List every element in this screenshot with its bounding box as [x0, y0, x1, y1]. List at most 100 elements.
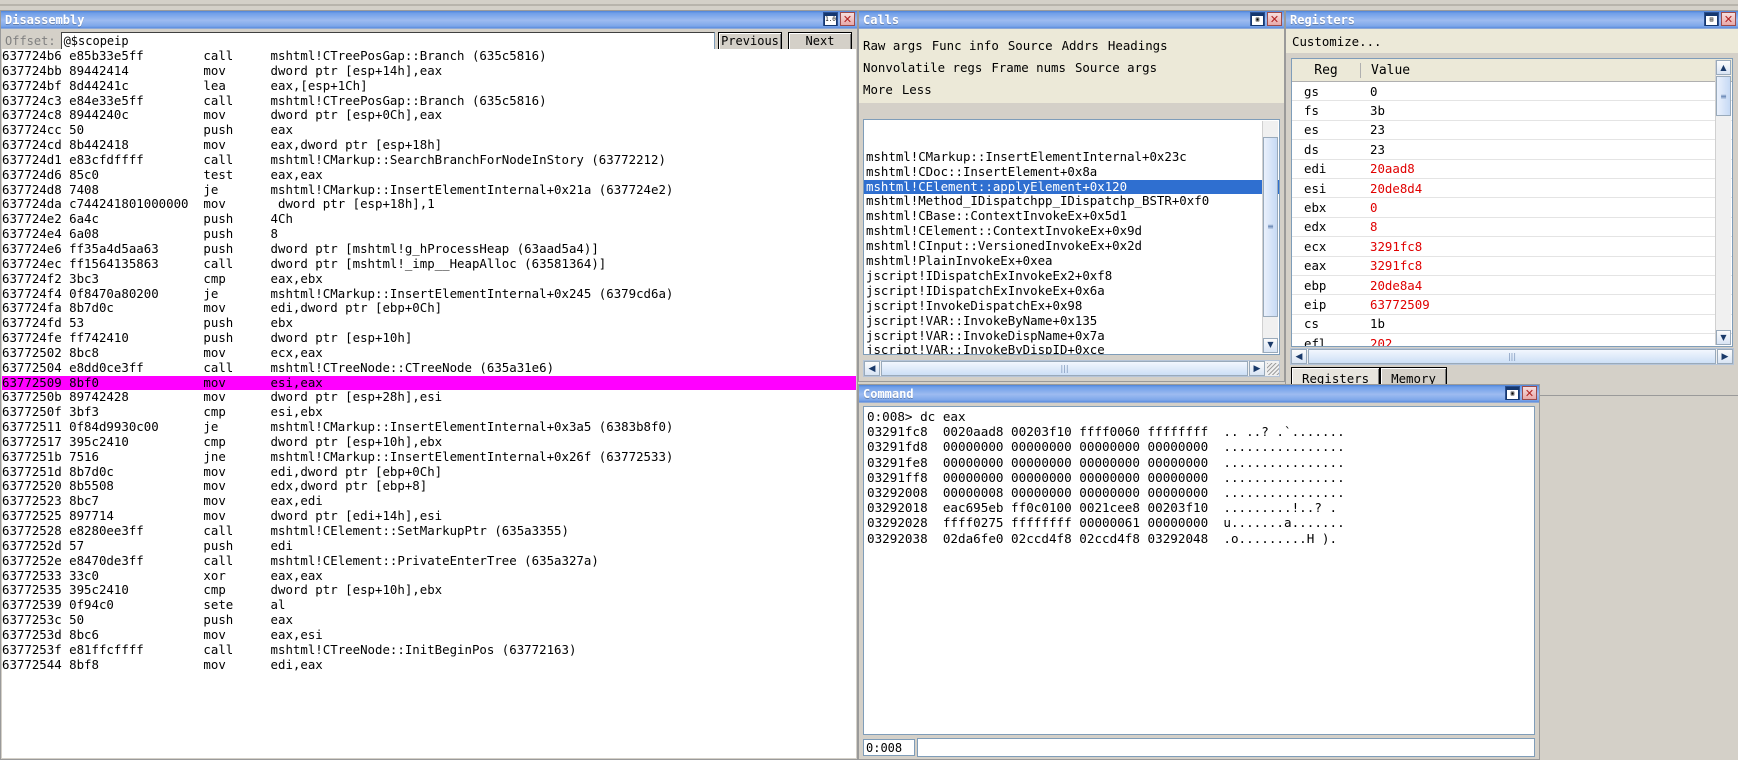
restore-window-icon[interactable]: ▣	[1250, 12, 1265, 26]
disassembly-line[interactable]: 63772517 395c2410 cmp dword ptr [esp+10h…	[2, 434, 856, 450]
disassembly-titlebar[interactable]: Disassembly 1.0 ✕	[1, 11, 857, 29]
disassembly-line[interactable]: 637724e2 6a4c push 4Ch	[2, 211, 856, 227]
call-stack-frame[interactable]: jscript!VAR::InvokeDispName+0x7a	[864, 328, 1279, 344]
registers-titlebar[interactable]: Registers ▤ ✕	[1286, 11, 1738, 29]
register-row[interactable]: ecx 3291fc8	[1292, 237, 1732, 257]
register-value[interactable]: 8	[1360, 219, 1377, 234]
register-row[interactable]: fs 3b	[1292, 101, 1732, 121]
disassembly-line[interactable]: 637724c3 e84e33e5ff call mshtml!CTreePos…	[2, 93, 856, 109]
call-stack-list[interactable]: mshtml!CMarkup::InsertElementInternal+0x…	[863, 119, 1280, 355]
disassembly-line[interactable]: 63772520 8b5508 mov edx,dword ptr [ebp+8…	[2, 479, 856, 494]
scrollbar-thumb[interactable]: ≡	[1263, 137, 1278, 317]
disassembly-line[interactable]: 6377252e e8470de3ff call mshtml!CElement…	[2, 553, 856, 569]
disassembly-line[interactable]: 63772504 e8dd0ce3ff call mshtml!CTreeNod…	[2, 360, 856, 376]
close-icon[interactable]: ✕	[840, 12, 855, 26]
call-stack-frame[interactable]: jscript!IDispatchExInvokeEx2+0xf8	[864, 268, 1279, 284]
chevron-left-icon[interactable]: ◀	[1291, 349, 1307, 364]
register-value[interactable]: 1b	[1360, 316, 1385, 331]
disassembly-line[interactable]: 637724c8 8944240c mov dword ptr [esp+0Ch…	[2, 108, 856, 123]
calls-option-source-args[interactable]: Source args	[1075, 60, 1157, 75]
call-stack-frame[interactable]: mshtml!CBase::ContextInvokeEx+0x5d1	[864, 208, 1279, 224]
register-value[interactable]: 20aad8	[1360, 161, 1415, 176]
disassembly-line[interactable]: 637724e4 6a08 push 8	[2, 226, 856, 242]
resize-grip[interactable]	[1267, 362, 1279, 375]
disassembly-line[interactable]: 637724bf 8d44241c lea eax,[esp+1Ch]	[2, 78, 856, 94]
register-value[interactable]: 3b	[1360, 103, 1385, 118]
call-stack-frame[interactable]: mshtml!CElement::ContextInvokeEx+0x9d	[864, 223, 1279, 239]
registers-vertical-scrollbar[interactable]: ▲ ≡ ▼	[1715, 60, 1731, 345]
disassembly-line[interactable]: 6377251d 8b7d0c mov edi,dword ptr [ebp+0…	[2, 464, 856, 480]
calls-option-source[interactable]: Source	[1008, 38, 1053, 53]
close-icon[interactable]: ✕	[1522, 386, 1537, 400]
disassembly-line[interactable]: 63772539 0f94c0 sete al	[2, 597, 856, 613]
register-row[interactable]: esi 20de8d4	[1292, 179, 1732, 199]
disassembly-line[interactable]: 637724fe ff742410 push dword ptr [esp+10…	[2, 330, 856, 346]
customize-link[interactable]: Customize...	[1286, 29, 1738, 53]
disassembly-line[interactable]: 637724f2 3bc3 cmp eax,ebx	[2, 271, 856, 287]
chevron-down-icon[interactable]: ▼	[1263, 338, 1278, 353]
disassembly-line[interactable]: 63772509 8bf0 mov esi,eax	[2, 375, 856, 391]
disassembly-line[interactable]: 637724fa 8b7d0c mov edi,dword ptr [ebp+0…	[2, 300, 856, 316]
command-input[interactable]	[917, 738, 1535, 757]
disassembly-line[interactable]: 6377250f 3bf3 cmp esi,ebx	[2, 404, 856, 420]
call-stack-frame[interactable]: jscript!VAR::InvokeByName+0x135	[864, 313, 1279, 329]
disassembly-line[interactable]: 63772535 395c2410 cmp dword ptr [esp+10h…	[2, 583, 856, 598]
call-stack-frame[interactable]: jscript!VAR::InvokeByDispID+0xce	[864, 342, 1279, 354]
disassembly-line[interactable]: 63772525 897714 mov dword ptr [edi+14h],…	[2, 508, 856, 524]
scrollbar-thumb[interactable]: |||	[1308, 349, 1716, 364]
register-value[interactable]: 20de8a4	[1360, 278, 1422, 293]
disassembly-line[interactable]: 637724fd 53 push ebx	[2, 315, 856, 331]
disassembly-line[interactable]: 637724cd 8b442418 mov eax,dword ptr [esp…	[2, 137, 856, 153]
calls-vertical-scrollbar[interactable]: ▲ ≡ ▼	[1262, 121, 1278, 353]
calls-titlebar[interactable]: Calls ▣ ✕	[859, 11, 1284, 29]
calls-option-less[interactable]: Less	[902, 82, 932, 97]
disassembly-line[interactable]: 637724d6 85c0 test eax,eax	[2, 167, 856, 183]
previous-button[interactable]: Previous	[718, 31, 782, 51]
calls-option-addrs[interactable]: Addrs	[1062, 38, 1099, 53]
restore-window-icon[interactable]: ▣	[1505, 386, 1520, 400]
disassembly-line[interactable]: 6377253c 50 push eax	[2, 612, 856, 628]
chevron-right-icon[interactable]: ▶	[1249, 361, 1265, 376]
chevron-left-icon[interactable]: ◀	[864, 361, 880, 376]
disassembly-line[interactable]: 63772511 0f84d9930c00 je mshtml!CMarkup:…	[2, 419, 856, 435]
disassembly-line[interactable]: 637724d8 7408 je mshtml!CMarkup::InsertE…	[2, 182, 856, 198]
calls-horizontal-scrollbar[interactable]: ◀ ||| ▶	[863, 360, 1280, 377]
register-value[interactable]: 63772509	[1360, 297, 1430, 312]
disassembly-line[interactable]: 6377251b 7516 jne mshtml!CMarkup::Insert…	[2, 449, 856, 465]
call-stack-frame[interactable]: jscript!IDispatchExInvokeEx+0x6a	[864, 283, 1279, 299]
disassembly-line[interactable]: 6377253f e81ffcffff call mshtml!CTreeNod…	[2, 642, 856, 658]
disassembly-line[interactable]: 637724da c744241801000000 mov dword ptr …	[2, 197, 856, 212]
disassembly-line[interactable]: 637724bb 89442414 mov dword ptr [esp+14h…	[2, 63, 856, 79]
register-row[interactable]: edx 8	[1292, 218, 1732, 238]
register-value[interactable]: 3291fc8	[1360, 239, 1422, 254]
register-value[interactable]: 3291fc8	[1360, 258, 1422, 273]
register-value[interactable]: 0	[1360, 200, 1377, 215]
calls-option-more[interactable]: More	[863, 82, 893, 97]
call-stack-frame[interactable]: mshtml!Method_IDispatchpp_IDispatchp_BST…	[864, 194, 1279, 209]
disassembly-line[interactable]: 637724f4 0f8470a80200 je mshtml!CMarkup:…	[2, 286, 856, 302]
command-prompt-field[interactable]: 0:008	[863, 739, 915, 756]
calls-option-headings[interactable]: Headings	[1108, 38, 1168, 53]
calls-option-nonvolatile-regs[interactable]: Nonvolatile regs	[863, 60, 982, 75]
register-row[interactable]: eip 63772509	[1292, 295, 1732, 315]
calls-option-raw-args[interactable]: Raw args	[863, 38, 923, 53]
chevron-right-icon[interactable]: ▶	[1717, 349, 1733, 364]
disassembly-line[interactable]: 63772533 33c0 xor eax,eax	[2, 568, 856, 584]
disassembly-line[interactable]: 637724e6 ff35a4d5aa63 push dword ptr [ms…	[2, 241, 856, 257]
disassembly-line[interactable]: 63772544 8bf8 mov edi,eax	[2, 657, 856, 673]
register-value[interactable]: 23	[1360, 142, 1385, 157]
register-row[interactable]: eax 3291fc8	[1292, 257, 1732, 276]
register-row[interactable]: es 23	[1292, 121, 1732, 141]
restore-window-icon[interactable]: ▤	[1704, 12, 1719, 26]
close-icon[interactable]: ✕	[1721, 12, 1736, 26]
call-stack-frame[interactable]: mshtml!CMarkup::InsertElementInternal+0x…	[864, 149, 1279, 165]
calls-option-frame-nums[interactable]: Frame nums	[991, 60, 1066, 75]
disassembly-line[interactable]: 637724cc 50 push eax	[2, 122, 856, 138]
offset-input[interactable]: @$scopeip	[60, 32, 715, 50]
register-value[interactable]: 20de8d4	[1360, 181, 1422, 196]
disassembly-line[interactable]: 6377253d 8bc6 mov eax,esi	[2, 627, 856, 643]
call-stack-frame[interactable]: mshtml!CInput::VersionedInvokeEx+0x2d	[864, 238, 1279, 254]
next-button[interactable]: Next	[788, 31, 852, 51]
disassembly-line[interactable]: 637724d1 e83cfdffff call mshtml!CMarkup:…	[2, 152, 856, 168]
register-row[interactable]: ebp 20de8a4	[1292, 276, 1732, 296]
